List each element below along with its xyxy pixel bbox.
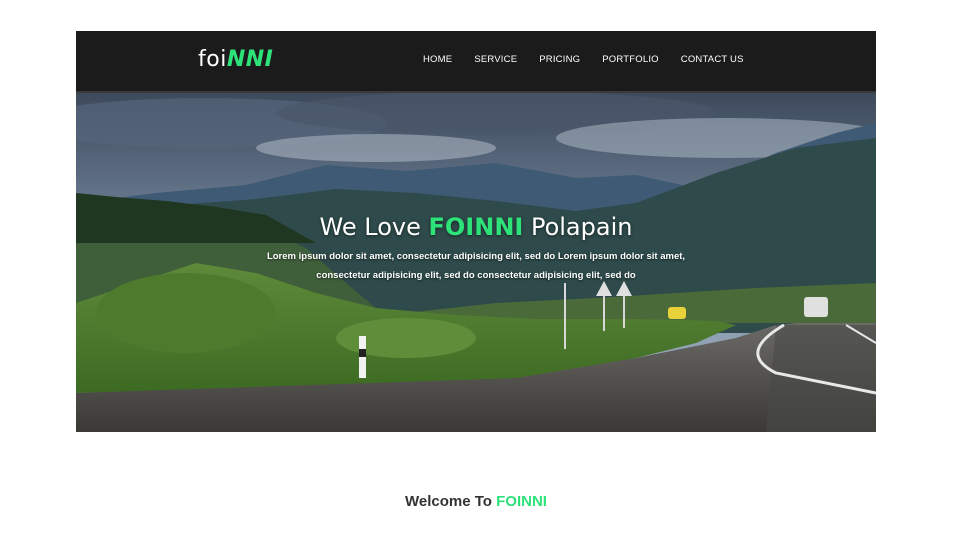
- hero-title-prefix: We Love: [319, 213, 429, 241]
- hero-content: We Love FOINNI Polapain Lorem ipsum dolo…: [76, 213, 876, 285]
- nav-pricing[interactable]: PRICING: [539, 54, 580, 65]
- nav-portfolio[interactable]: PORTFOLIO: [602, 54, 659, 65]
- navbar: foiNNI HOME SERVICE PRICING PORTFOLIO CO…: [76, 31, 876, 93]
- welcome-brand: FOINNI: [496, 493, 547, 510]
- logo-prefix: foi: [198, 47, 227, 72]
- nav-service[interactable]: SERVICE: [474, 54, 517, 65]
- hero-title: We Love FOINNI Polapain: [76, 213, 876, 241]
- hero-title-suffix: Polapain: [523, 213, 633, 241]
- nav-contact-us[interactable]: CONTACT US: [681, 54, 744, 65]
- hero-banner: We Love FOINNI Polapain Lorem ipsum dolo…: [76, 93, 876, 432]
- hero-description: Lorem ipsum dolor sit amet, consectetur …: [266, 251, 686, 281]
- page-frame: foiNNI HOME SERVICE PRICING PORTFOLIO CO…: [76, 31, 876, 432]
- nav-home[interactable]: HOME: [423, 54, 452, 65]
- main-nav: HOME SERVICE PRICING PORTFOLIO CONTACT U…: [423, 54, 744, 65]
- hero-title-brand: FOINNI: [428, 213, 524, 241]
- welcome-prefix: Welcome To: [405, 493, 497, 510]
- logo[interactable]: foiNNI: [198, 47, 273, 72]
- logo-accent: NNI: [226, 47, 274, 72]
- welcome-heading: Welcome To FOINNI: [0, 493, 952, 510]
